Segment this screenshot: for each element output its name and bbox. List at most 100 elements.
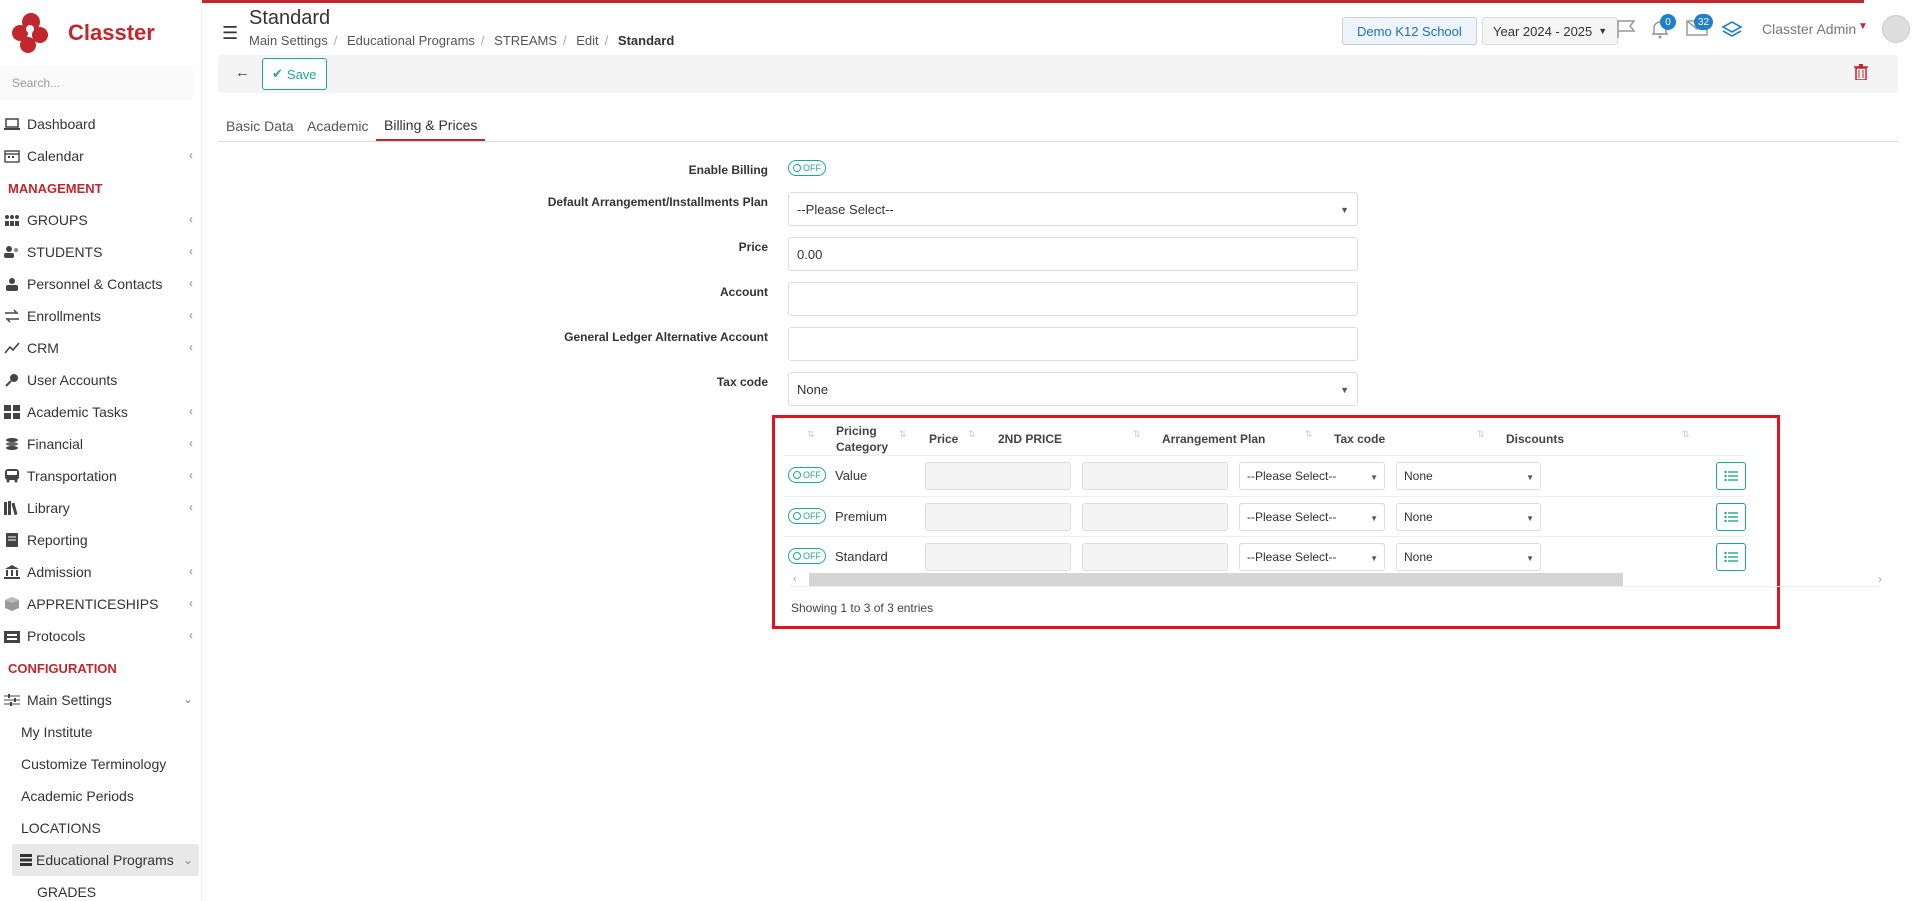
school-selector-button[interactable]: Demo K12 School <box>1342 17 1477 45</box>
price-input[interactable]: 0.00 <box>788 237 1358 271</box>
arrangement-select[interactable]: --Please Select-- ▼ <box>788 192 1358 226</box>
caret-down-icon[interactable]: ▼ <box>1858 21 1868 32</box>
scroll-right-arrow-icon[interactable]: › <box>1878 572 1882 586</box>
discounts-list-button[interactable] <box>1716 543 1746 571</box>
user-name[interactable]: Classter Admin <box>1762 21 1856 37</box>
sidebar-item-transportation[interactable]: Transportation ‹ <box>0 460 201 492</box>
trash-icon[interactable] <box>1854 64 1868 80</box>
sort-icon[interactable]: ⇅ <box>968 429 976 440</box>
col-header-pricing-category[interactable]: Pricing Category <box>836 423 888 455</box>
row-toggle[interactable]: OFF <box>788 548 826 564</box>
flag-icon[interactable] <box>1615 19 1637 39</box>
tab-billing-prices[interactable]: Billing & Prices <box>376 110 486 141</box>
enable-billing-toggle[interactable]: OFF <box>788 160 826 176</box>
scroll-left-arrow-icon[interactable]: ‹ <box>793 573 797 585</box>
row-category-name: Premium <box>835 509 888 524</box>
row-tax-select[interactable]: None ▼ <box>1396 503 1541 531</box>
list-icon <box>20 854 32 866</box>
sidebar-subitem-academic-periods[interactable]: Academic Periods <box>0 780 201 812</box>
divider <box>790 586 1878 587</box>
sidebar-item-personnel[interactable]: Personnel & Contacts ‹ <box>0 268 201 300</box>
sidebar-item-main-settings[interactable]: Main Settings ⌄ <box>0 684 201 716</box>
breadcrumb-item[interactable]: Educational Programs <box>347 33 475 48</box>
sidebar-subitem-locations[interactable]: LOCATIONS <box>0 812 201 844</box>
discounts-list-button[interactable] <box>1716 462 1746 490</box>
row-price-input[interactable] <box>925 503 1071 531</box>
sidebar-item-groups[interactable]: GROUPS ‹ <box>0 204 201 236</box>
row-tax-select[interactable]: None ▼ <box>1396 543 1541 571</box>
sidebar-item-apprenticeships[interactable]: APPRENTICESHIPS ‹ <box>0 588 201 620</box>
sort-icon[interactable]: ⇅ <box>1682 429 1690 440</box>
row-category-name: Value <box>835 468 868 483</box>
breadcrumb-item[interactable]: Main Settings <box>249 33 328 48</box>
sort-icon[interactable]: ⇅ <box>899 429 907 440</box>
back-arrow-icon[interactable]: ← <box>235 64 250 81</box>
list-icon <box>1724 470 1738 482</box>
sidebar-item-dashboard[interactable]: Dashboard <box>0 108 201 140</box>
calendar-icon <box>4 150 20 163</box>
sidebar-item-students[interactable]: STUDENTS ‹ <box>0 236 201 268</box>
row-arrangement-select[interactable]: --Please Select-- ▼ <box>1239 462 1385 490</box>
row-toggle[interactable]: OFF <box>788 508 826 524</box>
avatar[interactable] <box>1882 15 1910 43</box>
pricing-table: ⇅ Pricing Category ⇅ Price ⇅ 2ND PRICE ⇅… <box>772 415 1780 629</box>
discounts-list-button[interactable] <box>1716 503 1746 531</box>
row-price-input[interactable] <box>925 462 1071 490</box>
col-header-arrangement-plan[interactable]: Arrangement Plan <box>1162 431 1265 447</box>
scrollbar-thumb[interactable] <box>809 573 1623 587</box>
tab-academic[interactable]: Academic <box>299 110 376 141</box>
logo[interactable]: Classter <box>0 0 201 66</box>
caret-down-icon: ▼ <box>1340 385 1349 395</box>
row-toggle[interactable]: OFF <box>788 467 826 483</box>
year-selector[interactable]: Year 2024 - 2025 ▼ <box>1482 17 1619 45</box>
sidebar-item-reporting[interactable]: Reporting <box>0 524 201 556</box>
row-arrangement-select[interactable]: --Please Select-- ▼ <box>1239 503 1385 531</box>
sidebar-item-financial[interactable]: Financial ‹ <box>0 428 201 460</box>
col-header-tax-code[interactable]: Tax code <box>1334 431 1385 447</box>
sidebar-item-enrollments[interactable]: Enrollments ‹ <box>0 300 201 332</box>
sidebar-item-crm[interactable]: CRM ‹ <box>0 332 201 364</box>
sidebar-subitem-customize-terminology[interactable]: Customize Terminology <box>0 748 201 780</box>
sort-icon[interactable]: ⇅ <box>1477 429 1485 440</box>
sidebar-item-calendar[interactable]: Calendar ‹ <box>0 140 201 172</box>
row-tax-select[interactable]: None ▼ <box>1396 462 1541 490</box>
sidebar-item-label: Enrollments <box>27 308 101 324</box>
sidebar-subitem-grades[interactable]: GRADES <box>0 876 201 901</box>
gl-account-input[interactable] <box>788 327 1358 361</box>
sidebar-item-admission[interactable]: Admission ‹ <box>0 556 201 588</box>
account-input[interactable] <box>788 282 1358 316</box>
layers-icon[interactable] <box>1721 19 1743 39</box>
row-arrangement-select[interactable]: --Please Select-- ▼ <box>1239 543 1385 571</box>
sidebar-subitem-my-institute[interactable]: My Institute <box>0 716 201 748</box>
tab-basic-data[interactable]: Basic Data <box>218 110 302 141</box>
sidebar-item-protocols[interactable]: Protocols ‹ <box>0 620 201 652</box>
breadcrumb-item[interactable]: STREAMS <box>494 33 557 48</box>
tax-code-select[interactable]: None ▼ <box>788 372 1358 406</box>
sidebar-item-label: STUDENTS <box>27 244 103 260</box>
sidebar-item-user-accounts[interactable]: User Accounts <box>0 364 201 396</box>
hamburger-menu-icon[interactable]: ☰ <box>222 23 238 44</box>
sidebar-item-label: Main Settings <box>27 692 112 708</box>
sidebar-search-input[interactable]: Search... <box>0 66 193 100</box>
sort-icon[interactable]: ⇅ <box>1133 429 1141 440</box>
chevron-down-icon: ⌄ <box>182 853 193 867</box>
row-2nd-price-input[interactable] <box>1082 543 1228 571</box>
account-label: Account <box>720 285 768 299</box>
page-title: Standard <box>249 7 331 29</box>
breadcrumb-item[interactable]: Edit <box>576 33 598 48</box>
row-category-name: Standard <box>835 549 888 564</box>
row-2nd-price-input[interactable] <box>1082 462 1228 490</box>
sidebar-item-label: User Accounts <box>27 372 118 388</box>
sort-icon[interactable]: ⇅ <box>1305 429 1313 440</box>
sidebar-item-library[interactable]: Library ‹ <box>0 492 201 524</box>
sidebar-subitem-educational-programs[interactable]: Educational Programs ⌄ <box>12 844 199 876</box>
sidebar-item-academic-tasks[interactable]: Academic Tasks ‹ <box>0 396 201 428</box>
row-price-input[interactable] <box>925 543 1071 571</box>
sort-icon[interactable]: ⇅ <box>807 429 815 440</box>
col-header-discounts[interactable]: Discounts <box>1506 431 1564 447</box>
horizontal-scrollbar[interactable]: ‹ <box>789 573 1869 587</box>
save-button[interactable]: ✔ Save <box>262 58 327 90</box>
col-header-price[interactable]: Price <box>929 431 958 447</box>
col-header-2nd-price[interactable]: 2ND PRICE <box>998 431 1062 447</box>
row-2nd-price-input[interactable] <box>1082 503 1228 531</box>
